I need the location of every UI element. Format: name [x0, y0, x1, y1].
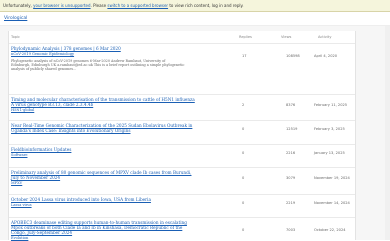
topic-category[interactable]: Evolution: [11, 236, 231, 240]
topic-title[interactable]: Phylodynamic Analysis | 378 genomes | 6 …: [11, 46, 231, 51]
topic-excerpt-line: analysis of publicly shared genomes...: [11, 67, 77, 72]
site-home-link[interactable]: Virological: [4, 16, 27, 21]
topic-replies: 0: [242, 176, 245, 180]
topic-replies: 2: [242, 103, 245, 107]
topic-views: 2219: [286, 201, 296, 205]
column-header-activity[interactable]: Activity: [318, 35, 331, 39]
topic-activity[interactable]: February 11, 2025: [314, 103, 347, 107]
topic-views: 3079: [286, 176, 296, 180]
topic-title-line[interactable]: October 2024 Lassa virus introduced into…: [11, 197, 231, 202]
topic-views: 2216: [286, 151, 296, 155]
topic-row[interactable]: October 2024 Lassa virus introduced into…: [9, 194, 355, 215]
topic-title[interactable]: Timing and molecular characterisation of…: [11, 97, 231, 107]
supported-browser-link[interactable]: switch to a supported browser: [107, 3, 168, 8]
column-header-topic[interactable]: Topic: [11, 35, 20, 39]
topic-title-line[interactable]: A virus genotype B3.13, clade 2.3.4.4b: [11, 102, 231, 107]
topic-activity[interactable]: April 4, 2020: [314, 54, 337, 58]
column-header-views[interactable]: Views: [281, 35, 291, 39]
topic-title[interactable]: APOBEC3 deaminase editing supports human…: [11, 220, 231, 236]
topic-category[interactable]: MPXV: [11, 181, 231, 185]
unsupported-browser-banner: Unfortunately, your browser is unsupport…: [0, 0, 390, 12]
topic-replies: 0: [242, 127, 245, 131]
banner-prefix: Unfortunately,: [3, 3, 32, 8]
topic-views: 12519: [286, 127, 298, 131]
topic-title-line[interactable]: Phylodynamic Analysis | 378 genomes | 6 …: [11, 46, 231, 51]
page-scrollbar[interactable]: [385, 26, 390, 240]
topic-category[interactable]: Lassa virus: [11, 203, 231, 207]
banner-middle: . Please: [90, 3, 107, 8]
topic-row[interactable]: Phylodynamic Analysis | 378 genomes | 6 …: [9, 43, 355, 86]
topic-row[interactable]: Fieldbioinformatics Updates Software 0 2…: [9, 144, 355, 166]
site-header: Virological: [0, 12, 390, 26]
topic-title[interactable]: Fieldbioinformatics Updates: [11, 147, 231, 152]
topic-category[interactable]: Software: [11, 153, 231, 157]
topic-replies: 0: [242, 228, 245, 232]
topic-activity[interactable]: February 3, 2025: [314, 127, 345, 131]
topic-title-line[interactable]: July to November 2024: [11, 175, 231, 180]
topic-category[interactable]: nCoV-2019 Genomic Epidemiology: [11, 52, 231, 56]
topic-title[interactable]: Preliminary analysis of 80 genomic seque…: [11, 170, 231, 180]
banner-suffix: to view rich content, log in and reply.: [169, 3, 244, 8]
topic-title[interactable]: October 2024 Lassa virus introduced into…: [11, 197, 231, 202]
topic-views: 108598: [286, 54, 300, 58]
topic-list-header: Topic Replies Views Activity: [9, 31, 355, 43]
topic-replies: 17: [242, 54, 247, 58]
topic-title-line[interactable]: Congo, July-September 2024: [11, 230, 231, 235]
topic-title[interactable]: Near Real-Time Genomic Characterization …: [11, 123, 231, 133]
topic-views: 8376: [286, 103, 296, 107]
column-header-replies[interactable]: Replies: [239, 35, 252, 39]
topic-views: 7003: [286, 228, 296, 232]
topic-row[interactable]: Near Real-Time Genomic Characterization …: [9, 120, 355, 143]
topic-row[interactable]: APOBEC3 deaminase editing supports human…: [9, 217, 355, 241]
topic-replies: 0: [242, 151, 245, 155]
topic-replies: 0: [242, 201, 245, 205]
topic-list: Topic Replies Views Activity Phylodynami…: [8, 31, 356, 240]
main-content: Topic Replies Views Activity Phylodynami…: [0, 26, 390, 240]
unsupported-browser-link[interactable]: your browser is unsupported: [33, 3, 90, 8]
topic-activity[interactable]: October 22, 2024: [314, 228, 346, 232]
topic-activity[interactable]: November 14, 2024: [314, 201, 350, 205]
topic-category[interactable]: H5N1-global: [11, 108, 231, 112]
topic-activity[interactable]: January 13, 2025: [314, 151, 345, 155]
topic-title-line[interactable]: Fieldbioinformatics Updates: [11, 147, 231, 152]
topic-row[interactable]: Timing and molecular characterisation of…: [9, 94, 355, 119]
topic-row[interactable]: Preliminary analysis of 80 genomic seque…: [9, 167, 355, 194]
topic-excerpt: Phylogenetic analysis of nCoV-2019 genom…: [11, 59, 231, 72]
topic-activity[interactable]: November 19, 2024: [314, 176, 350, 180]
topic-title-line[interactable]: Uganda's Index Case: Insights into Evolu…: [11, 128, 231, 133]
